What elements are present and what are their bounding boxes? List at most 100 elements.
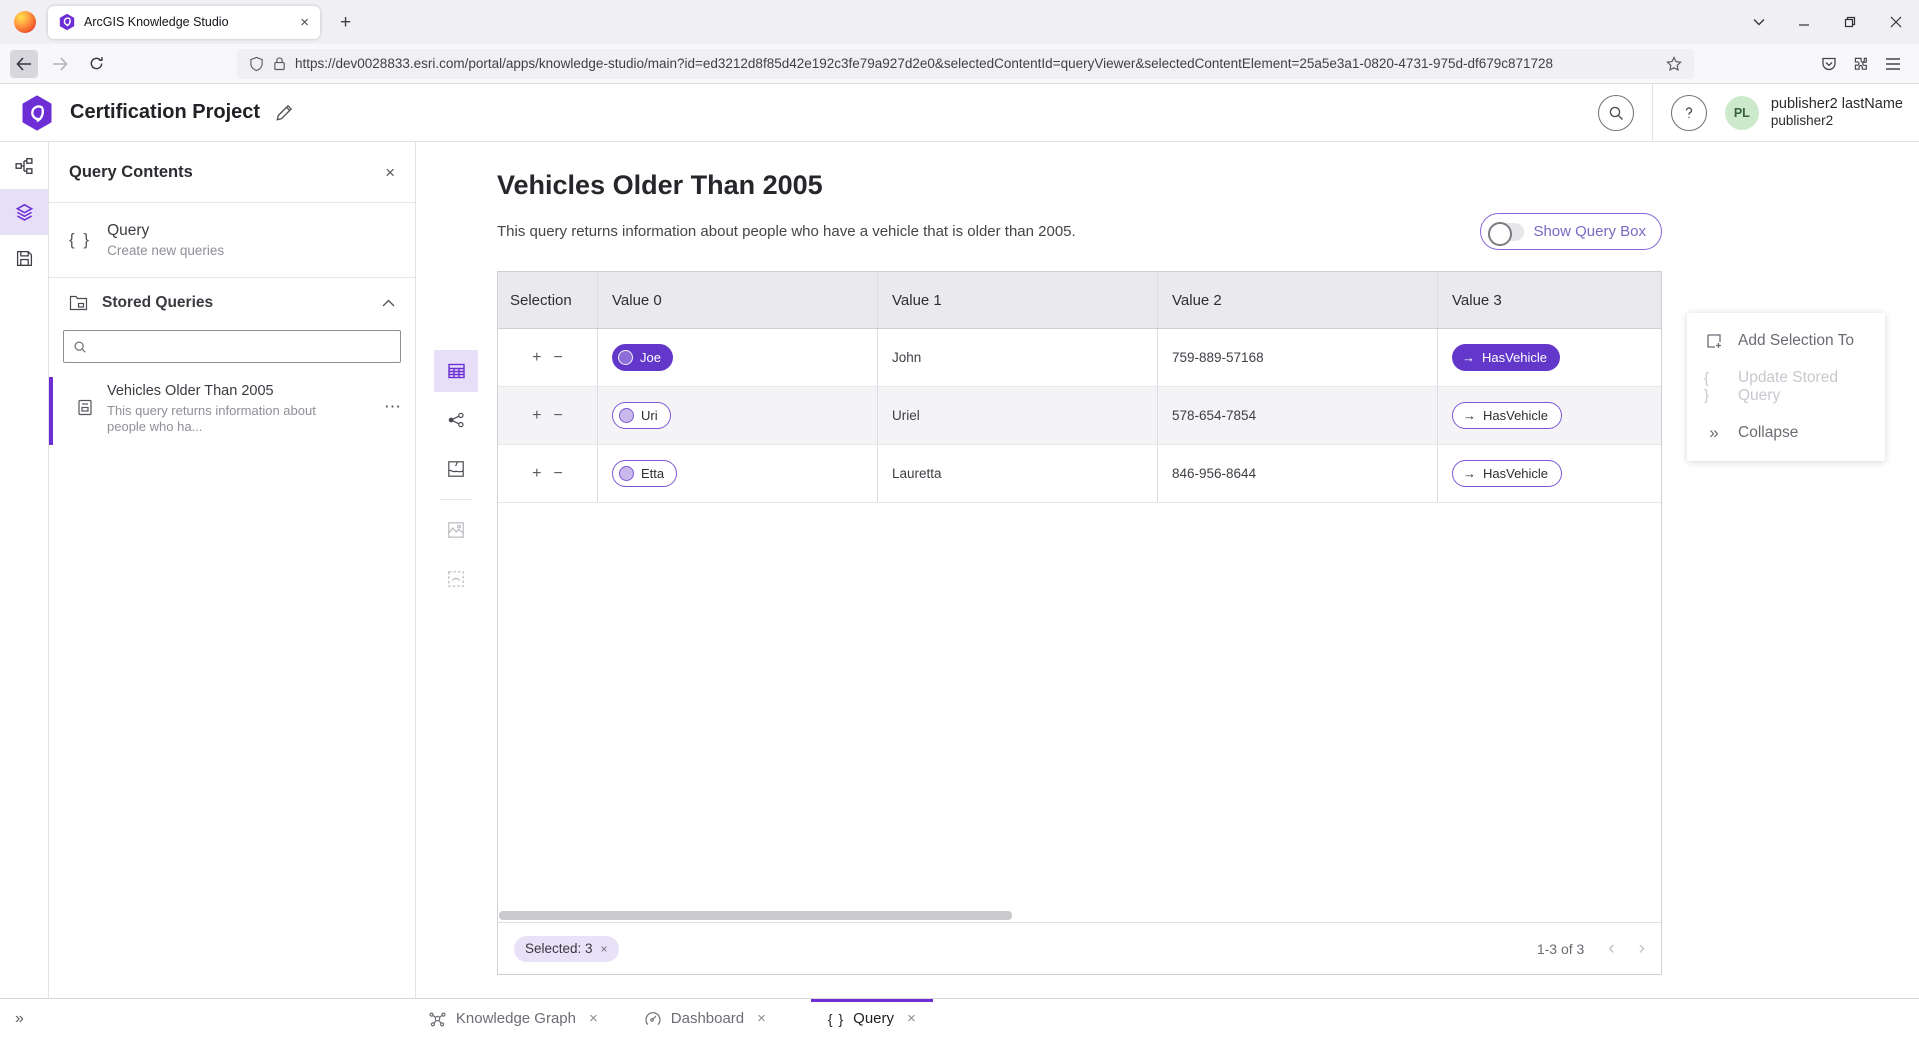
panel-close-icon[interactable]: × — [385, 164, 395, 181]
map-view-icon[interactable] — [434, 448, 478, 490]
header-search-button[interactable] — [1598, 95, 1634, 131]
remove-from-selection-icon[interactable]: − — [554, 350, 563, 366]
menu-item-collapse[interactable]: » Collapse — [1687, 410, 1885, 456]
remove-from-selection-icon[interactable]: − — [554, 408, 563, 424]
browser-tab[interactable]: ArcGIS Knowledge Studio × — [48, 6, 320, 39]
query-viewer: Vehicles Older Than 2005 This query retu… — [416, 142, 1919, 998]
arrow-right-icon: → — [1463, 409, 1476, 422]
tab-dashboard[interactable]: Dashboard × — [627, 999, 783, 1038]
relationship-chip[interactable]: →HasVehicle — [1452, 344, 1560, 371]
column-header-value0[interactable]: Value 0 — [598, 272, 878, 328]
url-bar[interactable]: https://dev0028833.esri.com/portal/apps/… — [237, 49, 1694, 79]
braces-icon: { } — [1704, 370, 1724, 404]
panel-title: Query Contents — [69, 163, 385, 182]
lock-icon[interactable] — [273, 56, 286, 71]
row-range-label: 1-3 of 3 — [1537, 941, 1584, 957]
user-name: publisher2 lastName — [1771, 95, 1903, 113]
stored-query-options-icon[interactable]: ⋯ — [384, 397, 401, 417]
stored-query-doc-icon — [77, 399, 93, 416]
project-title: Certification Project — [70, 101, 260, 124]
relationship-chip[interactable]: →HasVehicle — [1452, 460, 1562, 487]
toggle-label: Show Query Box — [1533, 223, 1646, 240]
window-restore-button[interactable] — [1827, 0, 1873, 44]
column-header-value3[interactable]: Value 3 — [1438, 272, 1661, 328]
stored-queries-label: Stored Queries — [102, 294, 368, 312]
data-model-tree-icon[interactable] — [0, 143, 48, 189]
table-view-icon[interactable] — [434, 350, 478, 392]
horizontal-scrollbar[interactable] — [499, 909, 1660, 921]
forward-button[interactable] — [46, 50, 74, 78]
table-row: + − Joe John 759-889-57168 →HasVehicle — [498, 329, 1661, 387]
bookmark-star-icon[interactable] — [1666, 56, 1682, 72]
add-to-selection-icon[interactable]: + — [532, 350, 541, 366]
user-avatar[interactable]: PL — [1725, 96, 1759, 130]
relationship-chip[interactable]: →HasVehicle — [1452, 402, 1562, 429]
expand-panel-icon[interactable]: » — [0, 999, 39, 1038]
stored-queries-search[interactable] — [63, 330, 401, 363]
entity-chip[interactable]: Joe — [612, 344, 673, 371]
scrollbar-thumb[interactable] — [499, 911, 1012, 920]
entity-chip[interactable]: Etta — [612, 460, 677, 487]
new-map-view-icon[interactable] — [434, 509, 478, 551]
stored-query-item[interactable]: Vehicles Older Than 2005 This query retu… — [49, 379, 415, 443]
tab-knowledge-graph[interactable]: Knowledge Graph × — [411, 999, 615, 1038]
relationship-label: HasVehicle — [1482, 350, 1547, 365]
back-button[interactable] — [10, 50, 38, 78]
url-text[interactable]: https://dev0028833.esri.com/portal/apps/… — [295, 56, 1657, 71]
window-close-button[interactable] — [1873, 0, 1919, 44]
tab-close-icon[interactable]: × — [589, 1010, 598, 1027]
add-to-selection-icon[interactable]: + — [532, 408, 541, 424]
cell-value2: 846-956-8644 — [1172, 466, 1256, 481]
column-header-selection[interactable]: Selection — [498, 272, 598, 328]
previous-page-icon[interactable]: ‹ — [1608, 939, 1614, 958]
select-region-icon[interactable] — [434, 558, 478, 600]
new-tab-button[interactable]: + — [332, 11, 359, 34]
save-icon[interactable] — [0, 235, 48, 281]
chevron-up-icon[interactable] — [382, 299, 395, 307]
list-tabs-chevron-icon[interactable] — [1737, 18, 1781, 26]
query-item[interactable]: { } Query Create new queries — [49, 203, 415, 278]
show-query-box-toggle[interactable]: Show Query Box — [1480, 213, 1662, 250]
remove-from-selection-icon[interactable]: − — [554, 466, 563, 482]
results-table: Selection Value 0 Value 1 Value 2 Value … — [497, 271, 1662, 975]
tracking-shield-icon[interactable] — [249, 56, 264, 72]
window-minimize-button[interactable] — [1781, 0, 1827, 44]
selected-count-badge[interactable]: Selected: 3 × — [514, 936, 619, 962]
stored-queries-header[interactable]: Stored Queries — [49, 278, 415, 327]
column-header-value2[interactable]: Value 2 — [1158, 272, 1438, 328]
table-row: + − Uri Uriel 578-654-7854 →HasVehicle — [498, 387, 1661, 445]
query-item-description: Create new queries — [107, 243, 224, 258]
query-item-label: Query — [107, 222, 224, 240]
edit-title-pencil-icon[interactable] — [276, 104, 293, 121]
menu-item-add-selection-to[interactable]: Add Selection To — [1687, 318, 1885, 364]
app-header: Certification Project PL publisher2 last… — [0, 84, 1919, 142]
browser-navbar: https://dev0028833.esri.com/portal/apps/… — [0, 44, 1919, 84]
firefox-icon[interactable] — [14, 11, 36, 33]
help-button[interactable] — [1671, 95, 1707, 131]
add-to-selection-icon[interactable]: + — [532, 466, 541, 482]
question-icon — [1681, 105, 1697, 121]
knowledge-studio-logo — [20, 95, 54, 131]
braces-icon: { } — [828, 1011, 844, 1027]
clear-selection-icon[interactable]: × — [601, 942, 608, 956]
menu-hamburger-icon[interactable] — [1885, 57, 1901, 71]
tab-close-icon[interactable]: × — [757, 1010, 766, 1027]
column-header-value1[interactable]: Value 1 — [878, 272, 1158, 328]
query-contents-panel: Query Contents × { } Query Create new qu… — [49, 142, 416, 998]
query-title: Vehicles Older Than 2005 — [497, 170, 1662, 201]
reload-button[interactable] — [82, 50, 110, 78]
search-input[interactable] — [95, 339, 391, 355]
user-info[interactable]: publisher2 lastName publisher2 — [1771, 95, 1919, 130]
menu-item-update-stored-query[interactable]: { } Update Stored Query — [1687, 364, 1885, 410]
link-chart-view-icon[interactable] — [434, 399, 478, 441]
tab-close-icon[interactable]: × — [907, 1010, 916, 1027]
contents-layers-icon[interactable] — [0, 189, 48, 235]
next-page-icon[interactable]: › — [1639, 939, 1645, 958]
pocket-icon[interactable] — [1821, 56, 1837, 72]
tab-close-icon[interactable]: × — [295, 15, 314, 30]
entity-chip[interactable]: Uri — [612, 402, 671, 429]
tab-query[interactable]: { } Query × — [811, 999, 933, 1038]
cell-value1: Uriel — [892, 408, 920, 423]
extensions-puzzle-icon[interactable] — [1853, 56, 1869, 72]
stored-query-title: Vehicles Older Than 2005 — [107, 383, 335, 399]
